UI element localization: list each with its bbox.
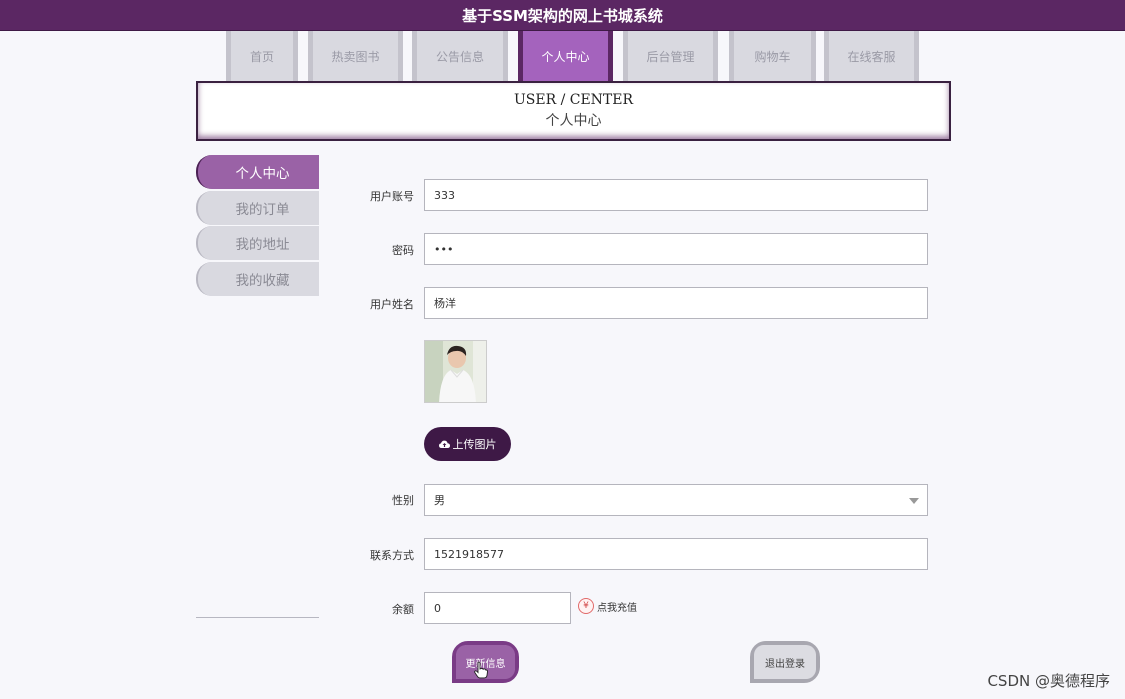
sidebar-item-label: 我的订单 xyxy=(235,201,290,218)
password-input[interactable]: ••• xyxy=(424,233,928,265)
tab-admin[interactable]: 后台管理 xyxy=(623,31,718,81)
section-title-en: USER / CENTER xyxy=(513,92,634,108)
cloud-upload-icon xyxy=(438,440,450,448)
tab-label: 首页 xyxy=(249,49,274,64)
contact-label: 联系方式 xyxy=(370,549,414,562)
app-title: 基于SSM架构的网上书城系统 xyxy=(462,6,663,25)
tab-label: 公告信息 xyxy=(435,49,484,64)
hand-cursor-icon xyxy=(474,661,488,679)
avatar-photo xyxy=(425,341,486,402)
password-value: ••• xyxy=(434,242,454,256)
balance-label: 余额 xyxy=(392,603,414,616)
sidebar-item-label: 我的地址 xyxy=(235,237,290,253)
name-value: 杨洋 xyxy=(434,297,456,310)
upload-button-label: 上传图片 xyxy=(452,438,497,451)
tab-label: 个人中心 xyxy=(541,49,590,64)
chevron-down-icon xyxy=(909,498,919,504)
sidebar-item-orders[interactable]: 我的订单 xyxy=(196,190,319,225)
sidebar-item-label: 我的收藏 xyxy=(235,272,290,289)
section-header: USER / CENTER 个人中心 xyxy=(196,81,951,141)
tab-label: 购物车 xyxy=(754,49,791,64)
contact-input[interactable]: 1521918577 xyxy=(424,538,928,570)
recharge-link[interactable]: ¥ 点我充值 xyxy=(578,598,637,614)
contact-value: 1521918577 xyxy=(434,547,504,561)
sidebar-item-addresses[interactable]: 我的地址 xyxy=(196,226,319,260)
tab-label: 后台管理 xyxy=(646,49,695,64)
balance-value: 0 xyxy=(434,601,441,615)
watermark: CSDN @奥德程序 xyxy=(987,672,1110,690)
tab-announcements[interactable]: 公告信息 xyxy=(412,31,508,81)
name-input[interactable]: 杨洋 xyxy=(424,287,928,319)
name-label: 用户姓名 xyxy=(370,298,414,311)
account-label: 用户账号 xyxy=(370,190,414,203)
gender-label: 性别 xyxy=(392,494,414,507)
tab-home[interactable]: 首页 xyxy=(226,31,298,81)
account-input[interactable]: 333 xyxy=(424,179,928,211)
sidebar-divider xyxy=(196,617,319,618)
avatar-image xyxy=(424,340,487,403)
recharge-label: 点我充值 xyxy=(597,602,637,614)
tab-cart[interactable]: 购物车 xyxy=(729,31,816,81)
password-label: 密码 xyxy=(392,244,414,257)
logout-button-label: 退出登录 xyxy=(765,658,805,670)
tab-online-service[interactable]: 在线客服 xyxy=(824,31,919,81)
sidebar-item-favorites[interactable]: 我的收藏 xyxy=(196,261,319,296)
gender-value: 男 xyxy=(434,494,445,507)
logout-button[interactable]: 退出登录 xyxy=(750,641,820,683)
tab-hot-books[interactable]: 热卖图书 xyxy=(308,31,403,81)
balance-input[interactable]: 0 xyxy=(424,592,571,624)
gender-select[interactable]: 男 xyxy=(424,484,928,516)
upload-image-button[interactable]: 上传图片 xyxy=(424,427,511,461)
yen-icon: ¥ xyxy=(578,598,594,614)
tab-label: 热卖图书 xyxy=(331,49,380,64)
top-bar: 基于SSM架构的网上书城系统 xyxy=(0,0,1125,31)
account-value: 333 xyxy=(434,188,455,202)
sidebar-item-label: 个人中心 xyxy=(235,166,290,182)
sidebar-item-user-center[interactable]: 个人中心 xyxy=(196,155,319,189)
sidebar: 个人中心 我的订单 我的地址 我的收藏 xyxy=(196,155,319,297)
section-title-zh: 个人中心 xyxy=(545,113,602,129)
tab-user-center[interactable]: 个人中心 xyxy=(518,31,613,81)
tab-label: 在线客服 xyxy=(847,49,896,64)
